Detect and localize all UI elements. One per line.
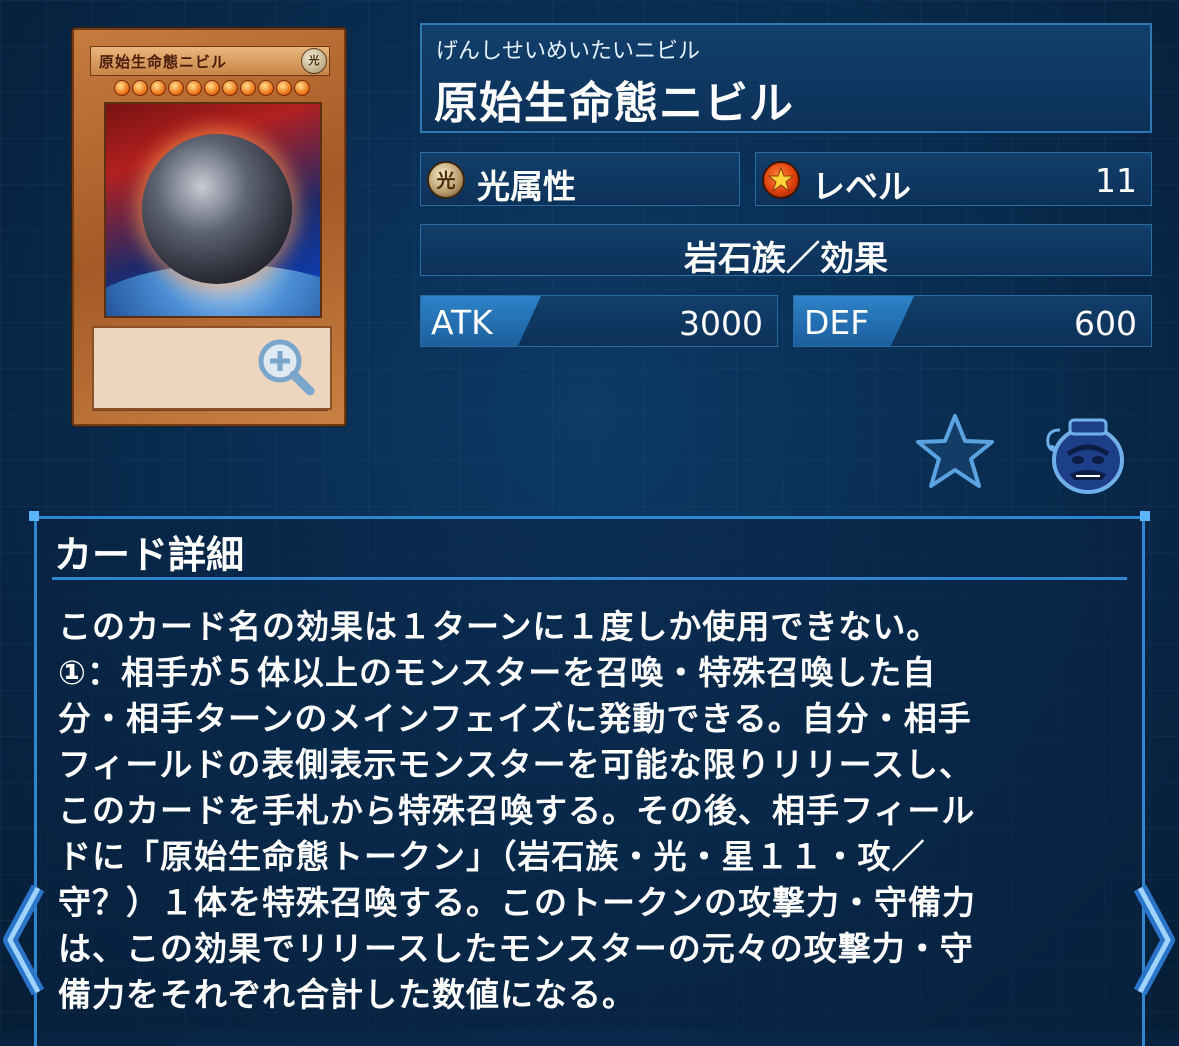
effect-line: は、この効果でリリースしたモンスターの元々の攻撃力・守	[58, 929, 974, 968]
def-value: 600	[1074, 304, 1137, 343]
effect-line: フィールドの表側表示モンスターを可能な限りリリースし、	[58, 745, 974, 784]
card-level-star	[114, 80, 130, 96]
card-level-star	[132, 80, 148, 96]
card-image-name: 原始生命態ニビル	[99, 53, 228, 71]
atk-panel: ATK 3000	[420, 295, 778, 347]
effect-line: ①：相手が５体以上のモンスターを召喚・特殊召喚した自	[58, 653, 937, 692]
card-level-star	[168, 80, 184, 96]
card-level-star	[258, 80, 274, 96]
chevron-left-icon[interactable]	[0, 880, 48, 1000]
effect-line: 分・相手ターンのメインフェイズに発動できる。自分・相手	[58, 699, 972, 738]
card-name-reading: げんしせいめいたいニビル	[436, 39, 701, 64]
card-detail-heading: カード詳細	[54, 533, 245, 577]
chevron-right-icon[interactable]	[1130, 880, 1178, 1000]
card-level-star	[222, 80, 238, 96]
card-level-star	[186, 80, 202, 96]
card-image-name-plate: 原始生命態ニビル 光	[90, 46, 330, 76]
def-panel: DEF 600	[793, 295, 1152, 347]
card-level-star	[204, 80, 220, 96]
card-image-level-stars	[114, 80, 310, 96]
card-artwork	[104, 102, 322, 318]
card-effect-text: このカード名の効果は１ターンに１度しか使用できない。 ①：相手が５体以上のモンス…	[58, 604, 1118, 1018]
card-name-panel: げんしせいめいたいニビル 原始生命態ニビル	[420, 23, 1152, 133]
star-icon[interactable]	[912, 412, 998, 492]
effect-line: 守？）１体を特殊召喚する。このトークンの攻撃力・守備力	[58, 883, 976, 922]
level-label: レベル	[812, 167, 911, 206]
card-name: 原始生命態ニビル	[434, 78, 794, 129]
monster-type: 岩石族／効果	[684, 239, 888, 279]
def-label: DEF	[804, 303, 870, 342]
attribute-label: 光属性	[477, 167, 576, 206]
frame-corner-top-left	[29, 511, 39, 521]
card-level-star	[150, 80, 166, 96]
card-detail-divider	[52, 577, 1127, 580]
level-star-icon	[762, 161, 800, 199]
level-value: 11	[1095, 161, 1137, 200]
card-level-star	[276, 80, 292, 96]
artwork-rock-creature	[142, 134, 292, 284]
card-level-star	[294, 80, 310, 96]
effect-line: ドに「原始生命態トークン」（岩石族・光・星１１・攻／	[58, 837, 926, 876]
card-image-footer	[92, 410, 328, 417]
light-attribute-icon: 光	[427, 161, 465, 199]
atk-value: 3000	[679, 304, 763, 343]
level-panel: レベル 11	[755, 152, 1152, 206]
effect-line: 備力をそれぞれ合計した数値になる。	[58, 975, 636, 1014]
card-image-attribute-orb: 光	[301, 48, 327, 74]
effect-line: このカード名の効果は１ターンに１度しか使用できない。	[58, 607, 941, 646]
zoom-in-icon[interactable]	[256, 337, 316, 397]
card-level-star	[240, 80, 256, 96]
type-panel: 岩石族／効果	[420, 224, 1152, 279]
frame-corner-top-right	[1140, 511, 1150, 521]
atk-label: ATK	[431, 303, 493, 342]
pot-of-greed-icon[interactable]	[1040, 410, 1130, 496]
attribute-panel: 光 光属性	[420, 152, 740, 206]
effect-line: このカードを手札から特殊召喚する。その後、相手フィール	[58, 791, 976, 830]
